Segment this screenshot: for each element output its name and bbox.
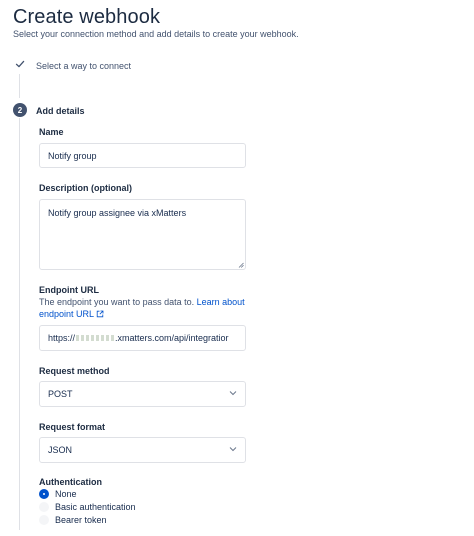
redacted-text	[76, 335, 115, 341]
step-number-badge: 2	[13, 103, 27, 117]
auth-option-none[interactable]: None	[39, 488, 77, 500]
step-connector	[19, 74, 20, 98]
endpoint-url-help: The endpoint you want to pass data to. L…	[39, 296, 249, 320]
endpoint-help-text: The endpoint you want to pass data to.	[39, 297, 195, 307]
page-subtitle: Select your connection method and add de…	[13, 29, 299, 39]
step-connector	[19, 118, 20, 530]
endpoint-url-label: Endpoint URL	[39, 285, 99, 295]
name-value: Notify group	[48, 150, 97, 161]
step-add-details: Add details	[36, 106, 85, 116]
endpoint-url-field[interactable]: https://.xmatters.com/api/integratior	[39, 325, 246, 351]
name-label: Name	[39, 127, 64, 137]
radio-button[interactable]	[39, 502, 49, 512]
radio-button[interactable]	[39, 489, 49, 499]
auth-option-label: Basic authentication	[55, 502, 136, 512]
request-format-value: JSON	[48, 445, 73, 455]
auth-option-label: None	[55, 489, 77, 499]
chevron-down-icon	[229, 391, 237, 396]
name-field[interactable]: Notify group	[39, 143, 246, 168]
description-field[interactable]: Notify group assignee via xMatters	[39, 199, 246, 270]
step-select-connection[interactable]: Select a way to connect	[36, 61, 131, 71]
authentication-label: Authentication	[39, 477, 102, 487]
description-label: Description (optional)	[39, 183, 132, 193]
auth-option-bearer[interactable]: Bearer token	[39, 514, 107, 526]
request-format-label: Request format	[39, 422, 106, 432]
resize-handle-icon[interactable]	[238, 262, 244, 268]
request-format-select[interactable]: JSON	[39, 437, 246, 463]
description-value: Notify group assignee via xMatters	[48, 208, 187, 218]
check-icon	[15, 60, 25, 68]
chevron-down-icon	[229, 447, 237, 452]
page-title: Create webhook	[13, 6, 161, 28]
external-link-icon	[96, 310, 104, 318]
auth-option-basic[interactable]: Basic authentication	[39, 501, 136, 513]
auth-option-label: Bearer token	[55, 515, 107, 525]
radio-button[interactable]	[39, 515, 49, 525]
request-method-select[interactable]: POST	[39, 381, 246, 407]
request-method-label: Request method	[39, 366, 110, 376]
request-method-value: POST	[48, 389, 73, 399]
